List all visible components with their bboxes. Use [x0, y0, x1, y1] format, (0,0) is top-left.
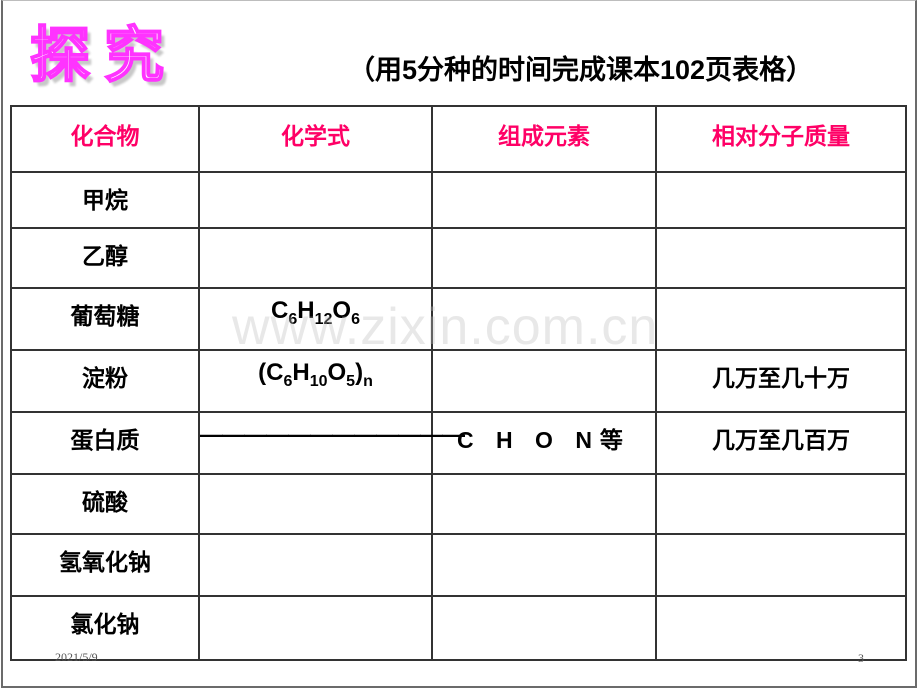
molecular-mass-cell [655, 533, 907, 597]
table-row: 乙醇 [10, 227, 907, 289]
formula-cell: (C6H10O5)n [198, 349, 433, 413]
formula-cell: C6H12O6 [198, 287, 433, 351]
table-row: 硫酸 [10, 473, 907, 535]
molecular-mass-cell [655, 473, 907, 535]
molecular-mass-cell [655, 595, 907, 661]
header-molecular-mass: 相对分子质量 [655, 105, 907, 173]
compound-cell: 乙醇 [10, 227, 200, 289]
elements-cell [431, 595, 657, 661]
formula-cell [198, 533, 433, 597]
footer-date: 2021/5/9 [55, 650, 98, 664]
header-compound: 化合物 [10, 105, 200, 173]
molecular-mass-cell: 几万至几十万 [655, 349, 907, 413]
molecular-mass-cell [655, 227, 907, 289]
table-row: 氯化钠 [10, 595, 907, 661]
elements-cell [431, 287, 657, 351]
formula-cell: ———————————— [198, 411, 465, 475]
compound-cell: 淀粉 [10, 349, 200, 413]
compound-cell: 蛋白质 [10, 411, 200, 475]
elements-cell [431, 227, 657, 289]
table-row: 淀粉 (C6H10O5)n 几万至几十万 [10, 349, 907, 413]
chemical-formula: C6H12O6 [271, 297, 360, 328]
header-formula: 化学式 [198, 105, 433, 173]
compound-table: 化合物 化学式 组成元素 相对分子质量 甲烷 乙醇 葡萄糖 C6H12O6 淀粉 (C6H… [10, 105, 907, 661]
table-header-row: 化合物 化学式 组成元素 相对分子质量 [10, 105, 907, 173]
page-number: 3 [858, 651, 864, 665]
table-row: 甲烷 [10, 171, 907, 229]
formula-cell [198, 595, 433, 661]
elements-cell [431, 473, 657, 535]
compound-cell: 甲烷 [10, 171, 200, 229]
chemical-formula: (C6H10O5)n [258, 359, 373, 390]
formula-cell [198, 227, 433, 289]
elements-cell [431, 349, 657, 413]
table-row: 氢氧化钠 [10, 533, 907, 597]
formula-cell [198, 473, 433, 535]
elements-cell [431, 533, 657, 597]
compound-cell: 硫酸 [10, 473, 200, 535]
molecular-mass-cell: 几万至几百万 [655, 411, 907, 475]
formula-cell [198, 171, 433, 229]
compound-cell: 氢氧化钠 [10, 533, 200, 597]
elements-cell [431, 171, 657, 229]
compound-cell: 氯化钠 [10, 595, 200, 661]
elements-cell: C H O N等 [431, 411, 657, 475]
table-row: 蛋白质 ———————————— C H O N等 几万至几百万 [10, 411, 907, 475]
slide-subtitle: （用5分种的时间完成课本102页表格） [348, 55, 814, 85]
molecular-mass-cell [655, 287, 907, 351]
slide-title-art: 探究 [29, 21, 178, 91]
header-elements: 组成元素 [431, 105, 657, 173]
compound-cell: 葡萄糖 [10, 287, 200, 351]
table-row: 葡萄糖 C6H12O6 [10, 287, 907, 351]
molecular-mass-cell [655, 171, 907, 229]
